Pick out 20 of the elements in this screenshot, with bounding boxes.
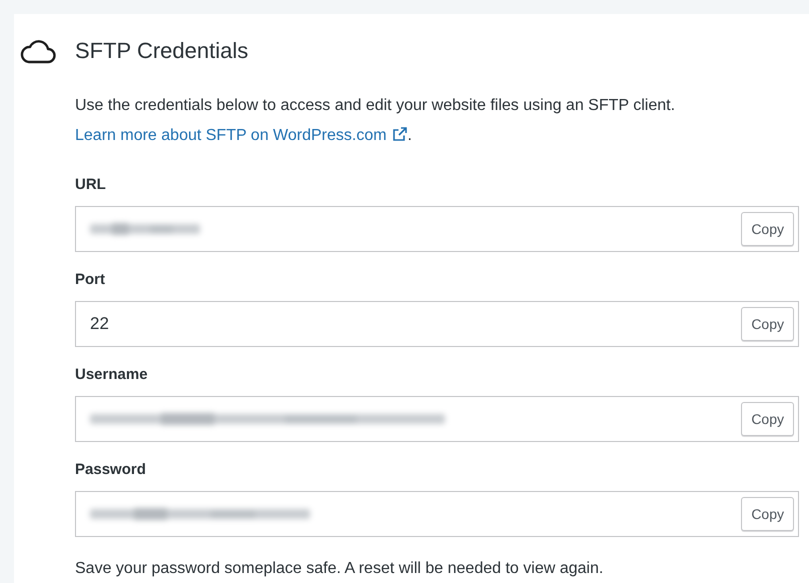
copy-button[interactable]: Copy [741, 402, 794, 436]
input-field[interactable]: 22 Copy [75, 301, 799, 347]
field-label: URL [75, 175, 107, 192]
copy-button[interactable]: Copy [741, 307, 794, 341]
description-end: . [408, 127, 412, 144]
field-label: Username [75, 365, 149, 382]
section-title: SFTP Credentials [75, 37, 248, 65]
cloud-icon [20, 38, 56, 64]
field-value: 22 [90, 313, 109, 336]
external-link-icon [392, 126, 408, 142]
field-label: Port [75, 270, 106, 287]
input-field[interactable]: Copy [75, 491, 799, 537]
copy-button[interactable]: Copy [741, 497, 794, 531]
input-field[interactable]: Copy [75, 206, 799, 252]
field-label: Password [75, 460, 147, 477]
input-field[interactable]: Copy [75, 396, 799, 442]
learn-more-link[interactable]: Learn more about SFTP on WordPress.com [75, 127, 387, 144]
password-note: Save your password someplace safe. A reset will be needed to view again. [75, 559, 604, 579]
copy-button[interactable]: Copy [741, 212, 794, 246]
description: Use the credentials below to access and edit your website files using an SFTP client. Learn more about SFTP on WordPress.com . [75, 96, 676, 146]
